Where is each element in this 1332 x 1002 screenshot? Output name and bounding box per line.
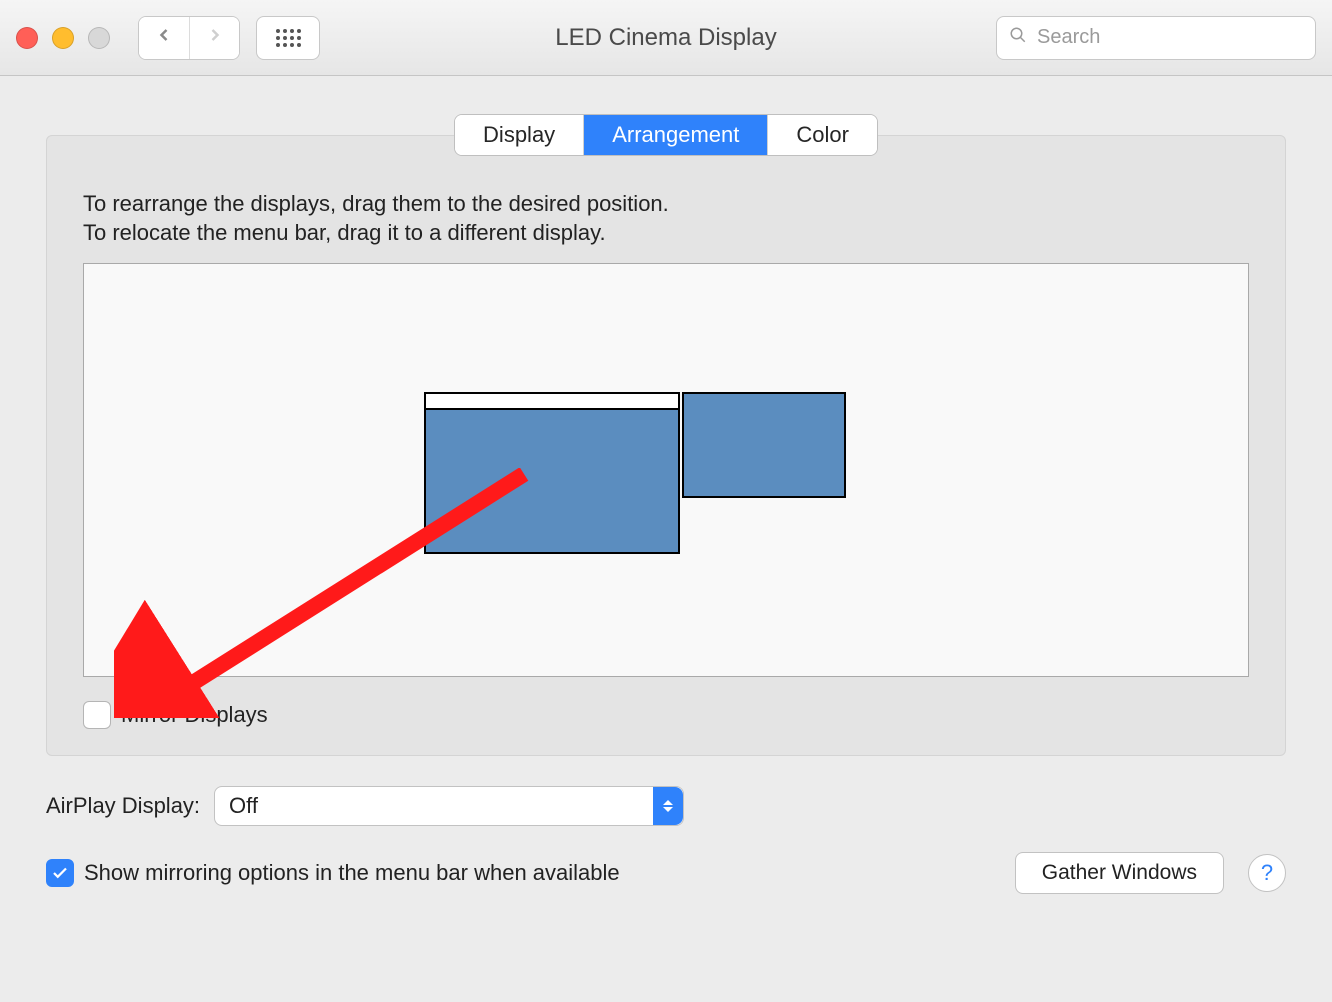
content: Display Arrangement Color To rearrange t… — [0, 114, 1332, 920]
mirror-displays-row: Mirror Displays — [83, 701, 1249, 729]
minimize-window-button[interactable] — [52, 27, 74, 49]
tab-color[interactable]: Color — [767, 115, 877, 155]
mirror-displays-checkbox[interactable] — [83, 701, 111, 729]
airplay-row: AirPlay Display: Off — [46, 786, 1286, 826]
display-secondary[interactable] — [682, 392, 846, 498]
arrangement-area[interactable] — [83, 263, 1249, 677]
search-input[interactable] — [1035, 25, 1304, 50]
tab-arrangement[interactable]: Arrangement — [583, 115, 767, 155]
instructions-line1: To rearrange the displays, drag them to … — [83, 190, 1249, 219]
mirror-displays-label: Mirror Displays — [121, 702, 268, 728]
search-icon — [1009, 26, 1027, 50]
show-mirroring-label: Show mirroring options in the menu bar w… — [84, 860, 620, 886]
gather-windows-button[interactable]: Gather Windows — [1015, 852, 1224, 894]
tabs: Display Arrangement Color — [454, 114, 878, 156]
display-primary[interactable] — [424, 392, 680, 554]
show-all-button[interactable] — [256, 16, 320, 60]
titlebar: LED Cinema Display — [0, 0, 1332, 76]
window-title: LED Cinema Display — [555, 24, 776, 52]
back-button[interactable] — [139, 17, 189, 59]
show-mirroring-checkbox[interactable] — [46, 859, 74, 887]
check-icon — [51, 864, 69, 882]
traffic-lights — [16, 27, 110, 49]
chevron-left-icon — [154, 25, 174, 51]
grid-icon — [276, 29, 301, 47]
tab-display[interactable]: Display — [455, 115, 583, 155]
airplay-label: AirPlay Display: — [46, 793, 200, 819]
instructions: To rearrange the displays, drag them to … — [83, 190, 1249, 247]
footer-row: Show mirroring options in the menu bar w… — [46, 852, 1286, 894]
bottom-section: AirPlay Display: Off Show mirroring opti… — [46, 786, 1286, 920]
airplay-select[interactable]: Off — [214, 786, 684, 826]
arrangement-panel: To rearrange the displays, drag them to … — [46, 135, 1286, 756]
zoom-window-button[interactable] — [88, 27, 110, 49]
instructions-line2: To relocate the menu bar, drag it to a d… — [83, 219, 1249, 248]
search-field[interactable] — [996, 16, 1316, 60]
select-stepper-icon — [653, 787, 683, 825]
chevron-right-icon — [205, 25, 225, 51]
nav-buttons — [138, 16, 240, 60]
help-button[interactable]: ? — [1248, 854, 1286, 892]
forward-button[interactable] — [189, 17, 239, 59]
close-window-button[interactable] — [16, 27, 38, 49]
airplay-value: Off — [229, 793, 258, 819]
tabbar: Display Arrangement Color — [46, 114, 1286, 156]
